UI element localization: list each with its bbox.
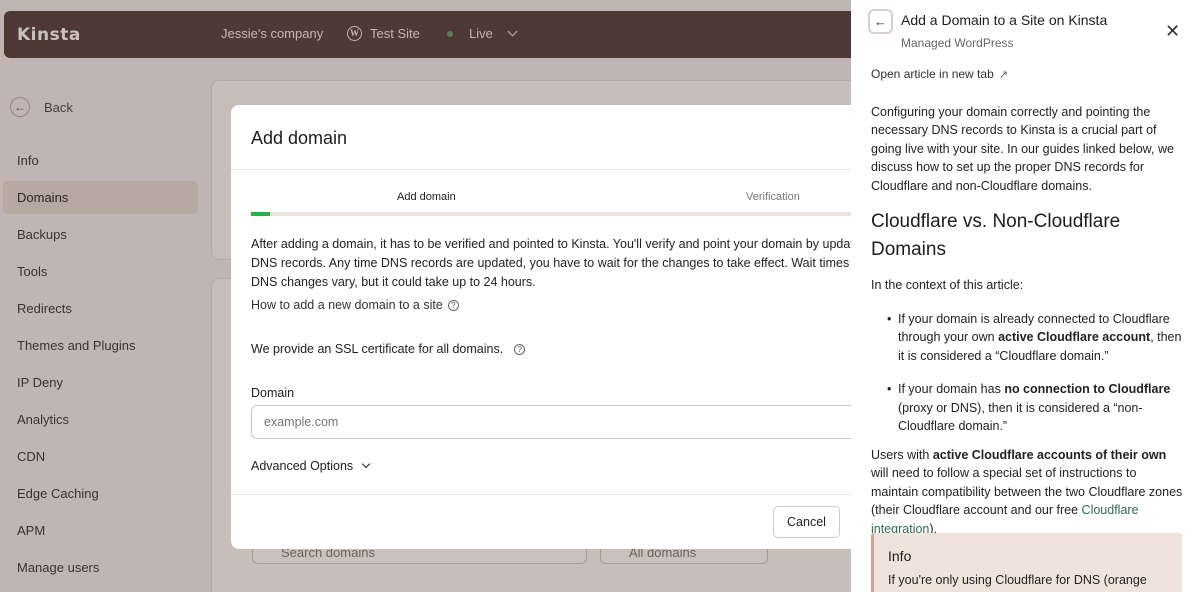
article-category: Managed WordPress <box>901 36 1014 50</box>
article-heading: Cloudflare vs. Non-Cloudflare Domains <box>871 211 1121 260</box>
help-icon: ? <box>447 299 459 311</box>
advanced-options-label: Advanced Options <box>251 459 354 473</box>
domain-field-label: Domain <box>251 386 295 400</box>
info-callout: Info If you're only using Cloudflare for… <box>871 533 1182 592</box>
domain-input[interactable] <box>251 405 871 439</box>
step-progress-fill <box>251 212 270 216</box>
open-article-new-tab-link[interactable]: Open article in new tab ↗ <box>871 67 1008 81</box>
article-context: In the context of this article: <box>871 278 1024 292</box>
divider <box>231 494 871 495</box>
cancel-button[interactable]: Cancel <box>773 506 840 538</box>
ssl-note: We provide an SSL certificate for all do… <box>251 342 526 356</box>
open-article-label: Open article in new tab <box>871 67 994 81</box>
divider <box>231 169 871 170</box>
article-bullet-list: If your domain is already connected to C… <box>887 310 1184 450</box>
help-drawer: ← Add a Domain to a Site on Kinsta Manag… <box>851 0 1200 592</box>
close-icon[interactable]: ✕ <box>1165 22 1180 40</box>
step-progress-bar <box>251 212 871 216</box>
modal-intro-text: After adding a domain, it has to be veri… <box>251 237 871 289</box>
drawer-back-button[interactable]: ← <box>868 9 893 34</box>
howto-link-label: How to add a new domain to a site <box>251 298 443 312</box>
article-intro: Configuring your domain correctly and po… <box>871 105 1174 193</box>
article-title: Add a Domain to a Site on Kinsta <box>901 12 1108 28</box>
info-callout-title: Info <box>888 548 912 564</box>
external-link-icon: ↗ <box>998 68 1008 81</box>
help-icon[interactable]: ? <box>514 343 526 355</box>
article-paragraph: Users with active Cloudflare accounts of… <box>871 448 1183 536</box>
arrow-left-icon: ← <box>874 14 887 29</box>
step-add-domain: Add domain <box>397 191 456 203</box>
step-verification: Verification <box>746 191 800 203</box>
list-item: If your domain is already connected to C… <box>887 310 1184 365</box>
list-item: If your domain has no connection to Clou… <box>887 380 1184 435</box>
advanced-options-toggle[interactable]: Advanced Options <box>251 459 371 473</box>
howto-link[interactable]: How to add a new domain to a site ? <box>251 298 459 312</box>
ssl-note-text: We provide an SSL certificate for all do… <box>251 342 504 356</box>
chevron-down-icon <box>361 459 371 469</box>
info-callout-text: If you're only using Cloudflare for DNS … <box>888 573 1147 587</box>
modal-title: Add domain <box>251 128 348 148</box>
add-domain-modal: Add domain Add domain Verification After… <box>231 105 871 549</box>
